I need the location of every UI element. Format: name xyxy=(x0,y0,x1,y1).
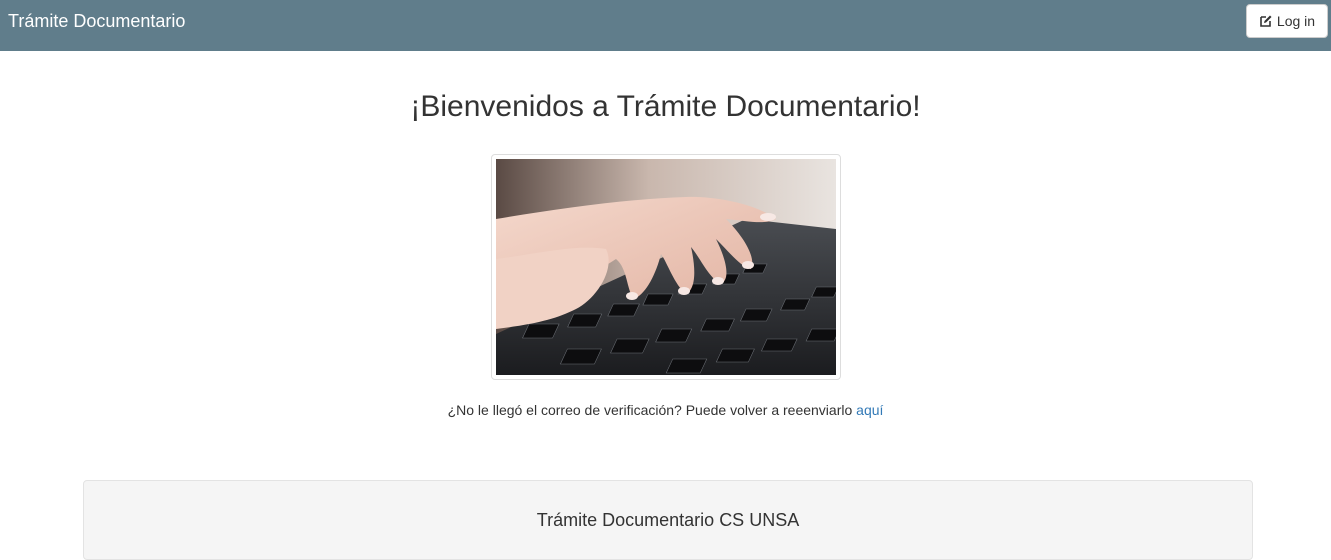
footer-panel: Trámite Documentario CS UNSA xyxy=(83,480,1253,560)
resend-verification-link[interactable]: aquí xyxy=(856,402,883,418)
brand-link[interactable]: Trámite Documentario xyxy=(8,10,185,32)
keyboard-typing-photo xyxy=(496,159,836,375)
login-button[interactable]: Log in xyxy=(1246,4,1328,38)
login-label: Log in xyxy=(1276,13,1316,29)
edit-icon xyxy=(1259,14,1273,28)
verification-note: ¿No le llegó el correo de verificación? … xyxy=(0,400,1331,420)
page-title: ¡Bienvenidos a Trámite Documentario! xyxy=(410,90,921,123)
navbar: Trámite Documentario Log in xyxy=(0,0,1331,51)
footer-title: Trámite Documentario CS UNSA xyxy=(536,510,800,530)
verification-text: ¿No le llegó el correo de verificación? … xyxy=(447,402,857,418)
keyboard-image-thumbnail xyxy=(491,154,841,380)
